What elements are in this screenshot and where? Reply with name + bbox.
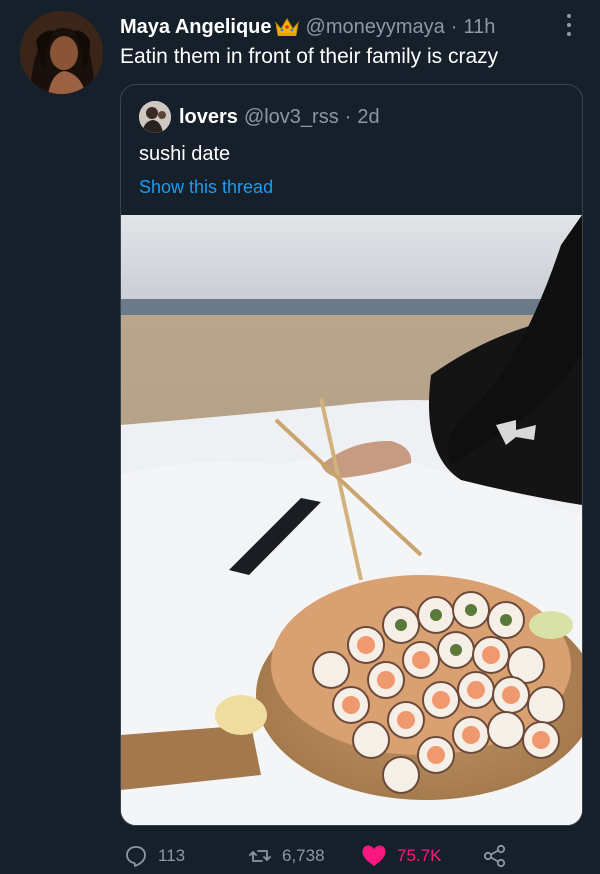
share-button[interactable]	[482, 844, 508, 868]
tweet[interactable]: Maya Angelique @moneyymaya · 11h Eatin t…	[0, 0, 600, 874]
like-button[interactable]: 75.7K	[361, 844, 441, 868]
reply-icon	[126, 846, 146, 867]
show-thread-link[interactable]: Show this thread	[139, 177, 273, 198]
tweet-header: Maya Angelique @moneyymaya · 11h	[120, 12, 495, 42]
handle[interactable]: @moneyymaya	[306, 16, 445, 39]
heart-icon	[362, 845, 386, 866]
retweet-icon	[249, 850, 271, 862]
quoted-tweet[interactable]: lovers @lov3_rss · 2d sushi date Show th…	[120, 84, 583, 826]
separator: ·	[450, 15, 458, 38]
crown-emoji-icon	[274, 16, 300, 38]
quoted-header: lovers @lov3_rss · 2d	[179, 103, 380, 131]
retweet-button[interactable]: 6,738	[248, 844, 325, 868]
quoted-avatar[interactable]	[139, 101, 171, 133]
reply-count: 113	[158, 846, 186, 865]
reply-button[interactable]: 113	[124, 844, 185, 868]
action-bar: 113 6,738 75.7K	[120, 840, 590, 874]
quoted-media-photo[interactable]	[121, 215, 582, 825]
retweet-count: 6,738	[282, 846, 325, 865]
quoted-timestamp[interactable]: 2d	[357, 106, 379, 129]
timestamp[interactable]: 11h	[463, 16, 495, 39]
quoted-text: sushi date	[139, 143, 231, 165]
quoted-separator: ·	[344, 105, 352, 128]
quoted-display-name[interactable]: lovers	[179, 106, 238, 129]
more-horizontal-icon[interactable]	[562, 12, 576, 38]
share-icon	[483, 844, 506, 868]
like-count: 75.7K	[397, 846, 442, 865]
tweet-text: Eatin them in front of their family is c…	[120, 45, 499, 68]
quoted-handle[interactable]: @lov3_rss	[244, 106, 339, 129]
avatar[interactable]	[20, 11, 103, 94]
display-name[interactable]: Maya Angelique	[120, 16, 272, 39]
